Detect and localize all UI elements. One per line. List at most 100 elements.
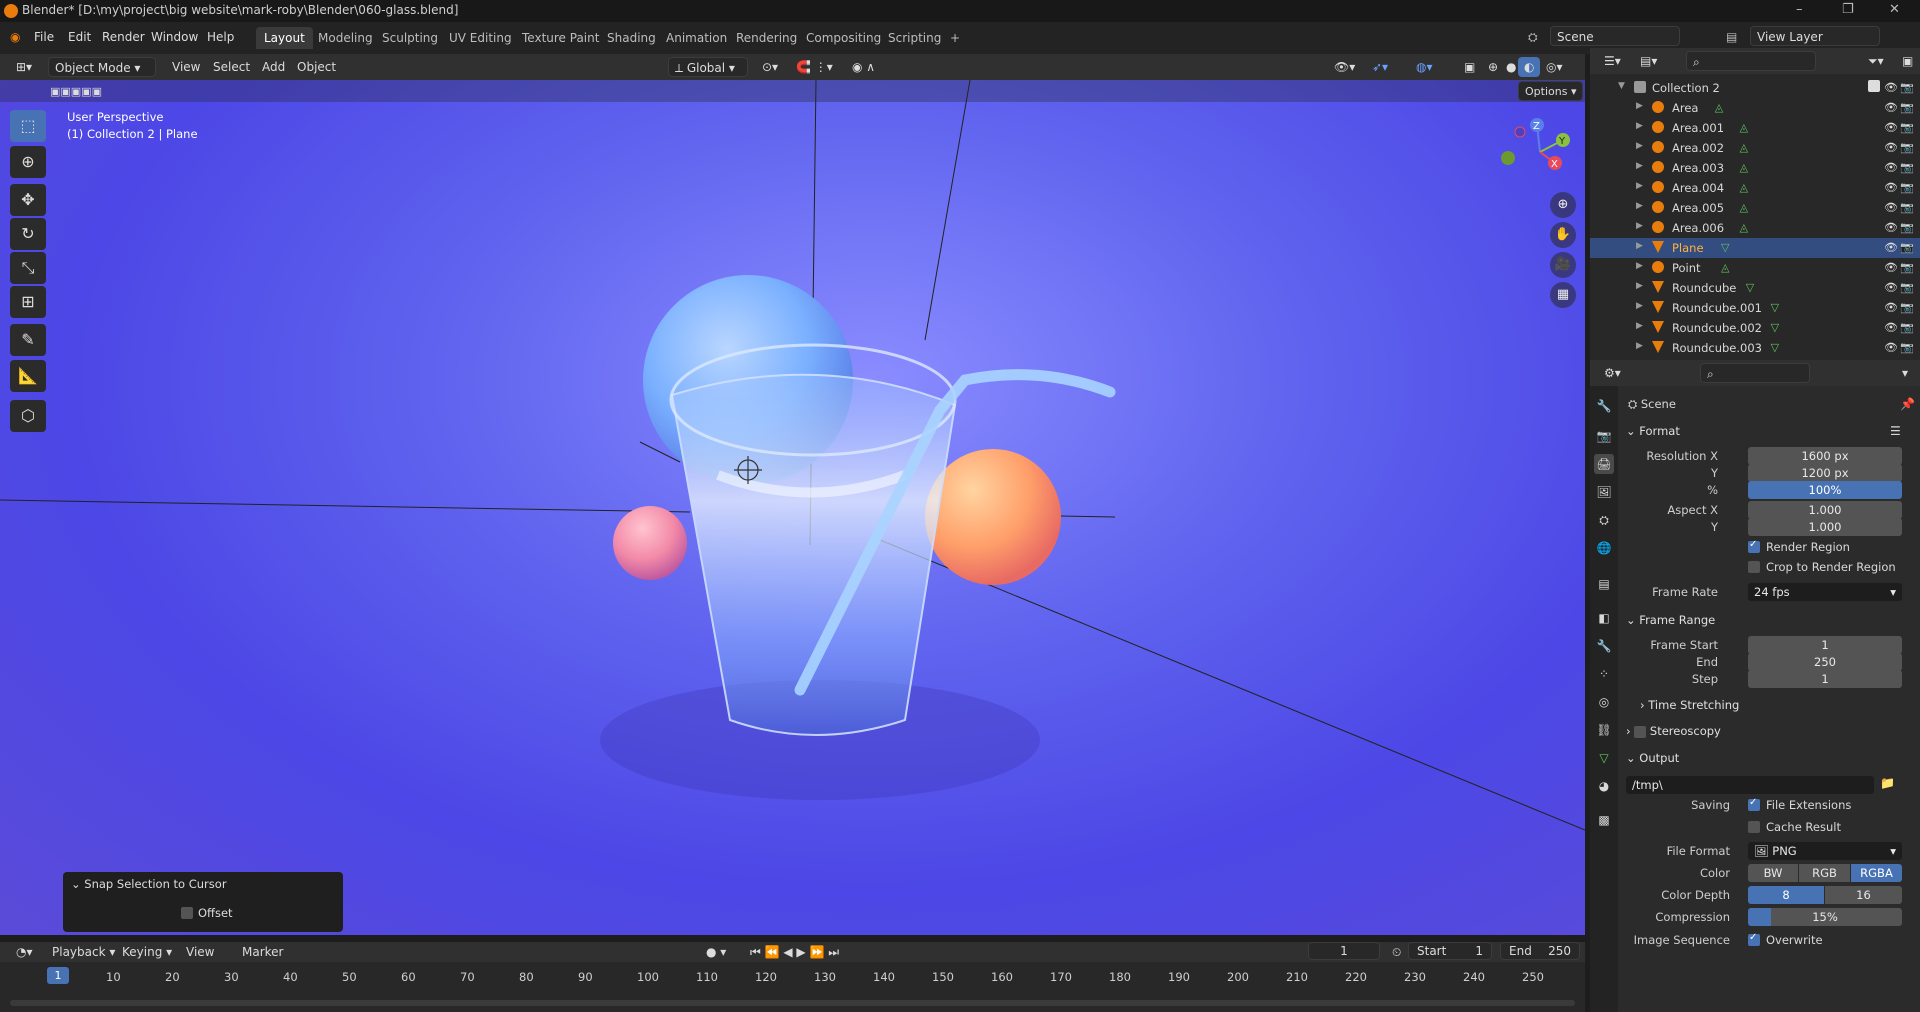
- material-shading-icon[interactable]: ◐: [1518, 57, 1541, 77]
- current-frame-field[interactable]: 1: [1308, 942, 1380, 960]
- file-extensions-checkbox[interactable]: [1748, 797, 1760, 811]
- render-camera-icon[interactable]: 📷: [1900, 301, 1914, 314]
- tab-modeling[interactable]: Modeling: [310, 27, 381, 49]
- gizmo-icon[interactable]: ➶▾: [1366, 57, 1394, 77]
- object-tab-icon[interactable]: ◧: [1594, 608, 1614, 628]
- mode-selector[interactable]: Object Mode ▾: [48, 57, 156, 77]
- select-mode-icons[interactable]: ▣▣▣▣▣: [44, 82, 108, 102]
- frame-end-field[interactable]: 250: [1748, 653, 1902, 671]
- display-mode-icon[interactable]: ▤▾: [1634, 51, 1663, 71]
- visibility-eye-icon[interactable]: 👁: [1884, 261, 1898, 274]
- visibility-eye-icon[interactable]: 👁: [1884, 341, 1898, 354]
- expand-arrow-icon[interactable]: ▶: [1636, 201, 1643, 211]
- last-operation-title[interactable]: ⌄ Snap Selection to Cursor: [71, 877, 227, 891]
- menu-help[interactable]: Help: [207, 30, 234, 44]
- aspect-y-field[interactable]: 1.000: [1748, 518, 1902, 536]
- 3d-viewport[interactable]: ▣▣▣▣▣ Options ▾ User Perspective (1) Col…: [0, 80, 1585, 935]
- particles-tab-icon[interactable]: ⁘: [1594, 664, 1614, 684]
- menu-marker[interactable]: Marker: [236, 942, 289, 962]
- outliner-item[interactable]: ▶ Area 👁 📷 ◬: [1590, 98, 1920, 118]
- outliner-item[interactable]: ▶ Roundcube 👁 📷 ▽: [1590, 278, 1920, 298]
- color-rgba-option[interactable]: RGBA: [1851, 864, 1902, 882]
- view-layer-tab-icon[interactable]: 🖼: [1594, 482, 1614, 502]
- file-format-dropdown[interactable]: 🖼 PNG ▾: [1748, 842, 1902, 860]
- visibility-eye-icon[interactable]: 👁: [1884, 121, 1898, 134]
- stereoscopy-header[interactable]: › Stereoscopy: [1626, 724, 1721, 738]
- collection-row[interactable]: ▼ Collection 2 👁 📷: [1590, 78, 1920, 98]
- material-tab-icon[interactable]: ◕: [1594, 776, 1614, 796]
- xray-icon[interactable]: ▣: [1458, 57, 1481, 77]
- output-tab-icon[interactable]: 🖨: [1594, 454, 1614, 474]
- tool-tab-icon[interactable]: 🔧: [1594, 396, 1614, 416]
- filter-icon[interactable]: ⏷▾: [1862, 51, 1890, 71]
- render-camera-icon[interactable]: 📷: [1900, 261, 1914, 274]
- select-box-tool[interactable]: ⬚: [10, 110, 46, 142]
- expand-arrow-icon[interactable]: ▶: [1636, 121, 1643, 131]
- visibility-eye-icon[interactable]: 👁: [1884, 161, 1898, 174]
- minimize-button[interactable]: –: [1796, 2, 1803, 17]
- expand-arrow-icon[interactable]: ▼: [1618, 81, 1625, 91]
- outliner-item[interactable]: ▶ Area.001 👁 📷 ◬: [1590, 118, 1920, 138]
- view-layer-selector[interactable]: View Layer: [1750, 26, 1880, 46]
- time-stretching-header[interactable]: › Time Stretching: [1640, 698, 1739, 712]
- render-camera-icon[interactable]: 📷: [1900, 201, 1914, 214]
- mesh-data-icon[interactable]: ▽: [1771, 301, 1779, 314]
- visibility-icon[interactable]: 👁▾: [1328, 57, 1361, 77]
- presets-icon[interactable]: ☰: [1890, 424, 1901, 438]
- outliner-item[interactable]: ▶ Plane 👁 📷 ▽: [1590, 238, 1920, 258]
- proportional-edit-icon[interactable]: ◉ ∧: [846, 57, 881, 77]
- render-camera-icon[interactable]: 📷: [1900, 181, 1914, 194]
- move-tool[interactable]: ✥: [10, 184, 46, 216]
- properties-options-icon[interactable]: ▾: [1896, 363, 1914, 383]
- color-bw-option[interactable]: BW: [1748, 864, 1798, 882]
- texture-tab-icon[interactable]: ▩: [1594, 810, 1614, 830]
- outliner-item[interactable]: ▶ Roundcube.002 👁 📷 ▽: [1590, 318, 1920, 338]
- annotate-tool[interactable]: ✎: [10, 324, 46, 356]
- expand-arrow-icon[interactable]: ▶: [1636, 261, 1643, 271]
- expand-arrow-icon[interactable]: ▶: [1636, 181, 1643, 191]
- render-camera-icon[interactable]: 📷: [1900, 221, 1914, 234]
- playhead[interactable]: 1: [47, 967, 69, 984]
- render-camera-icon[interactable]: 📷: [1900, 101, 1914, 114]
- output-path-input[interactable]: /tmp\: [1626, 776, 1874, 794]
- frame-rate-dropdown[interactable]: 24 fps ▾: [1748, 583, 1902, 601]
- constraints-tab-icon[interactable]: ⛓: [1594, 720, 1614, 740]
- editor-type-icon[interactable]: ⊞▾: [10, 57, 38, 77]
- visibility-eye-icon[interactable]: 👁: [1884, 221, 1898, 234]
- render-camera-icon[interactable]: 📷: [1900, 141, 1914, 154]
- color-depth-8-option[interactable]: 8: [1748, 886, 1824, 904]
- visibility-eye-icon[interactable]: 👁: [1884, 81, 1898, 94]
- tab-compositing[interactable]: Compositing: [798, 27, 889, 49]
- frame-range-section-header[interactable]: ⌄ Frame Range: [1626, 613, 1715, 627]
- tab-scripting[interactable]: Scripting: [880, 27, 949, 49]
- collection-tab-icon[interactable]: ▤: [1594, 574, 1614, 594]
- offset-checkbox[interactable]: [181, 907, 193, 919]
- add-cube-tool[interactable]: ⬡: [10, 400, 46, 432]
- render-camera-icon[interactable]: 📷: [1900, 321, 1914, 334]
- menu-playback[interactable]: Playback ▾: [46, 942, 121, 962]
- cursor-tool[interactable]: ⊕: [10, 146, 46, 178]
- timeline-scrollbar[interactable]: [10, 1000, 1575, 1006]
- expand-arrow-icon[interactable]: ▶: [1636, 221, 1643, 231]
- mesh-data-icon[interactable]: ▽: [1721, 241, 1729, 254]
- cache-result-checkbox[interactable]: [1748, 821, 1760, 833]
- rotate-tool[interactable]: ↻: [10, 218, 46, 250]
- visibility-eye-icon[interactable]: 👁: [1884, 281, 1898, 294]
- outliner-item[interactable]: ▶ Area.005 👁 📷 ◬: [1590, 198, 1920, 218]
- expand-arrow-icon[interactable]: ▶: [1636, 321, 1643, 331]
- transform-tool[interactable]: ⊞: [10, 286, 46, 318]
- pin-icon[interactable]: 📌: [1900, 397, 1915, 411]
- visibility-eye-icon[interactable]: 👁: [1884, 201, 1898, 214]
- light-data-icon[interactable]: ◬: [1740, 121, 1748, 134]
- end-frame-field[interactable]: End 250: [1500, 942, 1580, 960]
- pan-hand-icon[interactable]: ✋: [1550, 222, 1576, 248]
- menu-render[interactable]: Render: [102, 30, 145, 44]
- start-frame-field[interactable]: Start 1: [1408, 942, 1492, 960]
- timeline-editor-icon[interactable]: ◔▾: [10, 942, 39, 962]
- properties-editor-icon[interactable]: ⚙▾: [1598, 363, 1627, 383]
- new-collection-icon[interactable]: ▣: [1896, 51, 1919, 71]
- close-button[interactable]: ✕: [1889, 2, 1900, 17]
- mesh-data-icon[interactable]: ▽: [1746, 281, 1754, 294]
- tab-sculpting[interactable]: Sculpting: [374, 27, 446, 49]
- expand-arrow-icon[interactable]: ▶: [1636, 161, 1643, 171]
